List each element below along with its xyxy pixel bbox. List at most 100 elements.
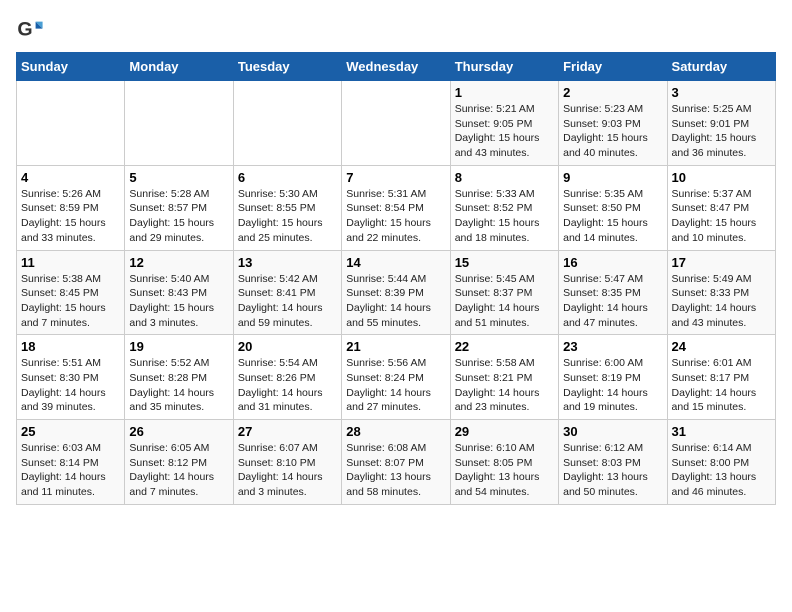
day-number: 28 bbox=[346, 424, 445, 439]
day-header-sunday: Sunday bbox=[17, 53, 125, 81]
day-number: 22 bbox=[455, 339, 554, 354]
calendar-cell bbox=[233, 81, 341, 166]
day-info: Sunrise: 5:54 AM Sunset: 8:26 PM Dayligh… bbox=[238, 356, 337, 415]
day-header-friday: Friday bbox=[559, 53, 667, 81]
day-info: Sunrise: 6:03 AM Sunset: 8:14 PM Dayligh… bbox=[21, 441, 120, 500]
day-number: 27 bbox=[238, 424, 337, 439]
day-number: 11 bbox=[21, 255, 120, 270]
day-info: Sunrise: 5:25 AM Sunset: 9:01 PM Dayligh… bbox=[672, 102, 771, 161]
day-info: Sunrise: 5:47 AM Sunset: 8:35 PM Dayligh… bbox=[563, 272, 662, 331]
calendar-cell: 9 Sunrise: 5:35 AM Sunset: 8:50 PM Daylig… bbox=[559, 165, 667, 250]
calendar-cell bbox=[342, 81, 450, 166]
day-number: 6 bbox=[238, 170, 337, 185]
day-info: Sunrise: 5:21 AM Sunset: 9:05 PM Dayligh… bbox=[455, 102, 554, 161]
calendar-cell: 4 Sunrise: 5:26 AM Sunset: 8:59 PM Daylig… bbox=[17, 165, 125, 250]
week-row-3: 11Sunrise: 5:38 AM Sunset: 8:45 PM Dayli… bbox=[17, 250, 776, 335]
calendar-cell: 3 Sunrise: 5:25 AM Sunset: 9:01 PM Daylig… bbox=[667, 81, 775, 166]
calendar-cell: 10 Sunrise: 5:37 AM Sunset: 8:47 PM Dayli… bbox=[667, 165, 775, 250]
calendar-cell: 19 Sunrise: 5:52 AM Sunset: 8:28 PM Dayli… bbox=[125, 335, 233, 420]
day-number: 30 bbox=[563, 424, 662, 439]
day-info: Sunrise: 5:51 AM Sunset: 8:30 PM Dayligh… bbox=[21, 356, 120, 415]
calendar-cell bbox=[17, 81, 125, 166]
calendar-cell: 2Sunrise: 5:23 AM Sunset: 9:03 PM Daylig… bbox=[559, 81, 667, 166]
week-row-4: 18 Sunrise: 5:51 AM Sunset: 8:30 PM Dayli… bbox=[17, 335, 776, 420]
day-number: 18 bbox=[21, 339, 120, 354]
day-number: 26 bbox=[129, 424, 228, 439]
day-number: 5 bbox=[129, 170, 228, 185]
calendar-cell: 22 Sunrise: 5:58 AM Sunset: 8:21 PM Dayli… bbox=[450, 335, 558, 420]
day-number: 13 bbox=[238, 255, 337, 270]
calendar-cell: 20 Sunrise: 5:54 AM Sunset: 8:26 PM Dayli… bbox=[233, 335, 341, 420]
day-info: Sunrise: 5:37 AM Sunset: 8:47 PM Dayligh… bbox=[672, 187, 771, 246]
calendar-cell: 15 Sunrise: 5:45 AM Sunset: 8:37 PM Dayli… bbox=[450, 250, 558, 335]
calendar-cell: 25Sunrise: 6:03 AM Sunset: 8:14 PM Dayli… bbox=[17, 420, 125, 505]
day-info: Sunrise: 6:00 AM Sunset: 8:19 PM Dayligh… bbox=[563, 356, 662, 415]
calendar-cell: 29 Sunrise: 6:10 AM Sunset: 8:05 PM Dayli… bbox=[450, 420, 558, 505]
day-header-tuesday: Tuesday bbox=[233, 53, 341, 81]
day-header-saturday: Saturday bbox=[667, 53, 775, 81]
calendar-cell bbox=[125, 81, 233, 166]
day-info: Sunrise: 5:49 AM Sunset: 8:33 PM Dayligh… bbox=[672, 272, 771, 331]
day-number: 4 bbox=[21, 170, 120, 185]
day-number: 29 bbox=[455, 424, 554, 439]
logo: G bbox=[16, 16, 48, 44]
page-header: G bbox=[16, 16, 776, 44]
day-info: Sunrise: 6:07 AM Sunset: 8:10 PM Dayligh… bbox=[238, 441, 337, 500]
calendar-cell: 14 Sunrise: 5:44 AM Sunset: 8:39 PM Dayli… bbox=[342, 250, 450, 335]
day-header-wednesday: Wednesday bbox=[342, 53, 450, 81]
day-number: 21 bbox=[346, 339, 445, 354]
week-row-2: 4 Sunrise: 5:26 AM Sunset: 8:59 PM Daylig… bbox=[17, 165, 776, 250]
day-info: Sunrise: 5:23 AM Sunset: 9:03 PM Dayligh… bbox=[563, 102, 662, 161]
week-row-1: 1Sunrise: 5:21 AM Sunset: 9:05 PM Daylig… bbox=[17, 81, 776, 166]
day-info: Sunrise: 5:35 AM Sunset: 8:50 PM Dayligh… bbox=[563, 187, 662, 246]
day-number: 12 bbox=[129, 255, 228, 270]
calendar-cell: 31 Sunrise: 6:14 AM Sunset: 8:00 PM Dayli… bbox=[667, 420, 775, 505]
day-number: 17 bbox=[672, 255, 771, 270]
day-number: 10 bbox=[672, 170, 771, 185]
day-number: 16 bbox=[563, 255, 662, 270]
calendar-cell: 24 Sunrise: 6:01 AM Sunset: 8:17 PM Dayli… bbox=[667, 335, 775, 420]
calendar-cell: 7Sunrise: 5:31 AM Sunset: 8:54 PM Daylig… bbox=[342, 165, 450, 250]
calendar-cell: 5 Sunrise: 5:28 AM Sunset: 8:57 PM Daylig… bbox=[125, 165, 233, 250]
day-number: 14 bbox=[346, 255, 445, 270]
day-info: Sunrise: 5:42 AM Sunset: 8:41 PM Dayligh… bbox=[238, 272, 337, 331]
day-info: Sunrise: 5:40 AM Sunset: 8:43 PM Dayligh… bbox=[129, 272, 228, 331]
calendar-cell: 6 Sunrise: 5:30 AM Sunset: 8:55 PM Daylig… bbox=[233, 165, 341, 250]
calendar-cell: 23Sunrise: 6:00 AM Sunset: 8:19 PM Dayli… bbox=[559, 335, 667, 420]
calendar-cell: 17 Sunrise: 5:49 AM Sunset: 8:33 PM Dayli… bbox=[667, 250, 775, 335]
day-info: Sunrise: 6:01 AM Sunset: 8:17 PM Dayligh… bbox=[672, 356, 771, 415]
calendar-cell: 8Sunrise: 5:33 AM Sunset: 8:52 PM Daylig… bbox=[450, 165, 558, 250]
calendar-cell: 12 Sunrise: 5:40 AM Sunset: 8:43 PM Dayli… bbox=[125, 250, 233, 335]
day-info: Sunrise: 5:44 AM Sunset: 8:39 PM Dayligh… bbox=[346, 272, 445, 331]
calendar-cell: 30Sunrise: 6:12 AM Sunset: 8:03 PM Dayli… bbox=[559, 420, 667, 505]
calendar-cell: 1Sunrise: 5:21 AM Sunset: 9:05 PM Daylig… bbox=[450, 81, 558, 166]
calendar-cell: 28 Sunrise: 6:08 AM Sunset: 8:07 PM Dayli… bbox=[342, 420, 450, 505]
day-info: Sunrise: 6:08 AM Sunset: 8:07 PM Dayligh… bbox=[346, 441, 445, 500]
day-number: 3 bbox=[672, 85, 771, 100]
day-info: Sunrise: 6:14 AM Sunset: 8:00 PM Dayligh… bbox=[672, 441, 771, 500]
logo-icon: G bbox=[16, 16, 44, 44]
day-info: Sunrise: 5:58 AM Sunset: 8:21 PM Dayligh… bbox=[455, 356, 554, 415]
day-info: Sunrise: 6:05 AM Sunset: 8:12 PM Dayligh… bbox=[129, 441, 228, 500]
day-number: 9 bbox=[563, 170, 662, 185]
day-info: Sunrise: 5:26 AM Sunset: 8:59 PM Dayligh… bbox=[21, 187, 120, 246]
day-number: 7 bbox=[346, 170, 445, 185]
calendar-cell: 18 Sunrise: 5:51 AM Sunset: 8:30 PM Dayli… bbox=[17, 335, 125, 420]
day-number: 19 bbox=[129, 339, 228, 354]
day-info: Sunrise: 5:45 AM Sunset: 8:37 PM Dayligh… bbox=[455, 272, 554, 331]
day-number: 24 bbox=[672, 339, 771, 354]
day-info: Sunrise: 6:10 AM Sunset: 8:05 PM Dayligh… bbox=[455, 441, 554, 500]
day-info: Sunrise: 5:52 AM Sunset: 8:28 PM Dayligh… bbox=[129, 356, 228, 415]
calendar-cell: 11Sunrise: 5:38 AM Sunset: 8:45 PM Dayli… bbox=[17, 250, 125, 335]
week-row-5: 25Sunrise: 6:03 AM Sunset: 8:14 PM Dayli… bbox=[17, 420, 776, 505]
calendar-cell: 21Sunrise: 5:56 AM Sunset: 8:24 PM Dayli… bbox=[342, 335, 450, 420]
header-row: SundayMondayTuesdayWednesdayThursdayFrid… bbox=[17, 53, 776, 81]
day-number: 20 bbox=[238, 339, 337, 354]
svg-text:G: G bbox=[17, 19, 32, 41]
day-number: 31 bbox=[672, 424, 771, 439]
day-info: Sunrise: 5:30 AM Sunset: 8:55 PM Dayligh… bbox=[238, 187, 337, 246]
day-number: 15 bbox=[455, 255, 554, 270]
calendar-cell: 13 Sunrise: 5:42 AM Sunset: 8:41 PM Dayli… bbox=[233, 250, 341, 335]
day-info: Sunrise: 5:33 AM Sunset: 8:52 PM Dayligh… bbox=[455, 187, 554, 246]
day-info: Sunrise: 5:28 AM Sunset: 8:57 PM Dayligh… bbox=[129, 187, 228, 246]
